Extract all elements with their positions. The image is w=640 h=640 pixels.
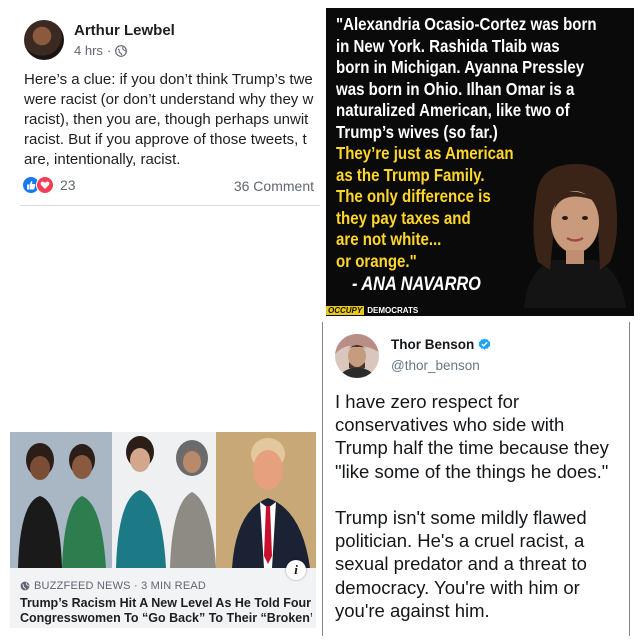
post-text-line: racist. But if you approve of those twee…: [24, 131, 307, 148]
globe-icon: [115, 44, 128, 57]
info-icon[interactable]: i: [286, 560, 306, 580]
tweet-line: Trump isn't some mildly flawed: [335, 507, 587, 528]
tweet-paragraph: I have zero respect for conservatives wh…: [335, 390, 625, 483]
tweet-line: "like some of the things he does.": [335, 460, 609, 482]
quote-highlight-line: or orange.": [336, 250, 417, 271]
post-time[interactable]: 4 hrs: [74, 43, 103, 58]
quote-line: naturalized American, like two of: [336, 100, 570, 120]
link-source-text: BUZZFEED NEWS · 3 MIN READ: [34, 580, 207, 592]
post-text: Here’s a clue: if you don’t think Trump’…: [24, 70, 320, 170]
link-preview-card[interactable]: i BUZZFEED NEWS · 3 MIN READ Trump’s Rac…: [10, 432, 316, 628]
link-source: BUZZFEED NEWS · 3 MIN READ: [20, 580, 206, 592]
tweet-line: you're against him.: [335, 599, 490, 621]
tweet-text: I have zero respect for conservatives wh…: [335, 390, 625, 636]
tweet-line: democracy. You're with him or: [335, 576, 580, 598]
post-text-line: Here’s a clue: if you don’t think Trump’…: [24, 71, 313, 88]
quote-highlight-line: as the Trump Family.: [336, 164, 485, 185]
tweet-line: conservatives who side with: [335, 414, 565, 436]
reactions-summary[interactable]: 23: [22, 176, 76, 194]
tweet-line: politician. He's a cruel racist, a: [335, 530, 585, 552]
meta-separator: ·: [106, 43, 112, 58]
quote-highlight: They’re just as American as the Trump Fa…: [336, 143, 525, 272]
verified-badge-icon: [478, 338, 491, 350]
quote-text: "Alexandria Ocasio-Cortez was born in Ne…: [336, 14, 597, 143]
avatar[interactable]: [24, 20, 64, 60]
headline-line: Congresswomen To “Go Back” To Their “Bro…: [20, 611, 312, 625]
portrait-photo: [514, 158, 634, 308]
globe-icon: [20, 581, 30, 591]
quote-line: "Alexandria Ocasio-Cortez was born: [336, 14, 597, 34]
quote-line: born in Michigan. Ayanna Pressley: [336, 57, 585, 77]
quote-highlight-line: They’re just as American: [336, 143, 514, 163]
divider: [20, 205, 320, 206]
tweet-line: Trump half the time because they: [335, 437, 609, 459]
love-icon: [36, 176, 54, 194]
tweet: Thor Benson @thor_benson I have zero res…: [322, 322, 630, 636]
quote-line: was born in Ohio. Ilhan Omar is a: [336, 78, 575, 99]
headline-line: Trump’s Racism Hit A New Level As He Tol…: [20, 596, 312, 610]
quote-attribution: - ANA NAVARRO: [352, 274, 481, 295]
facebook-post: Arthur Lewbel 4 hrs · Here’s a clue: if …: [0, 0, 320, 210]
tweet-paragraph: Trump isn't some mildly flawed politicia…: [335, 506, 625, 622]
quote-line: in New York. Rashida Tlaib was: [336, 35, 560, 56]
post-text-line: were racist (or don’t understand why the…: [24, 91, 314, 108]
quote-highlight-line: The only difference is: [336, 186, 491, 206]
quote-line: Trump’s wives (so far.): [336, 121, 498, 142]
quote-image: "Alexandria Ocasio-Cortez was born in Ne…: [326, 8, 634, 316]
quote-highlight-line: are not white...: [336, 229, 442, 249]
comments-link[interactable]: 36 Comment: [234, 178, 314, 194]
tweet-line: I have zero respect for: [335, 391, 520, 412]
quote-highlight-line: they pay taxes and: [336, 207, 471, 228]
tweet-author-name[interactable]: Thor Benson: [391, 337, 491, 352]
link-headline[interactable]: Trump’s Racism Hit A New Level As He Tol…: [20, 596, 312, 626]
post-text-line: racist), then you are, though perhaps un…: [24, 111, 309, 128]
tweet-line: sexual predator and a threat to: [335, 553, 587, 575]
post-text-line: are, intentionally, racist.: [24, 151, 181, 168]
avatar[interactable]: [335, 334, 379, 378]
occupy-democrats-logo: OCCUPY DEMOCRATS: [326, 305, 419, 315]
post-meta: 4 hrs ·: [74, 43, 128, 58]
tweet-handle[interactable]: @thor_benson: [391, 358, 480, 373]
post-author[interactable]: Arthur Lewbel: [74, 22, 175, 39]
link-preview-image[interactable]: [10, 432, 316, 568]
reaction-count: 23: [60, 177, 76, 193]
